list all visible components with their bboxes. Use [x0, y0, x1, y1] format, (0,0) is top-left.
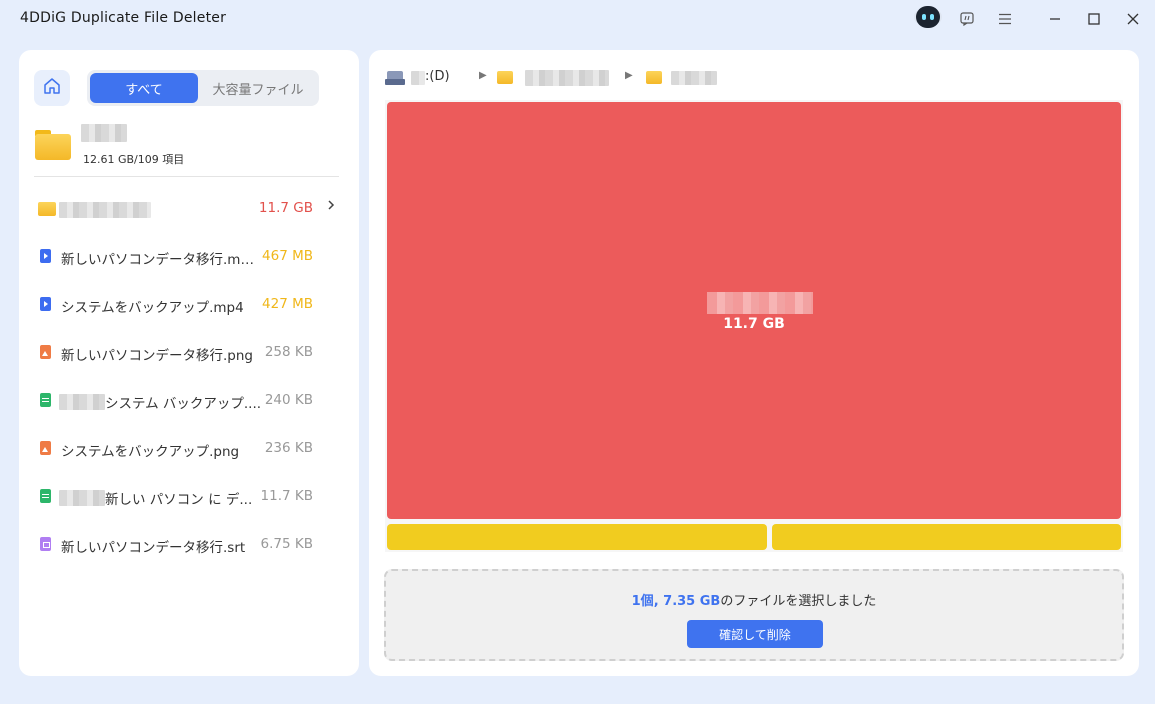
image-file-icon [40, 345, 51, 359]
minimize-icon[interactable] [1043, 8, 1067, 30]
list-item[interactable]: 新しい パソコン に デ... 11.7 KB [19, 473, 359, 521]
item-size: 6.75 KB [260, 536, 313, 552]
document-file-icon [40, 393, 51, 407]
list-item[interactable]: 新しいパソコンデータ移行.png 258 KB [19, 329, 359, 377]
robot-assistant-icon[interactable] [914, 6, 942, 28]
item-name-redacted [59, 490, 105, 506]
item-name: 新しいパソコンデータ移行.mp4 [61, 252, 257, 268]
item-size: 258 KB [264, 344, 313, 360]
treemap-block-main[interactable]: 11.7 GB [387, 102, 1121, 519]
title-bar: 4DDiG Duplicate File Deleter [0, 0, 1155, 40]
folder-name-redacted [59, 202, 151, 218]
treemap-block[interactable] [387, 524, 767, 550]
image-file-icon [40, 441, 51, 455]
breadcrumb-folder-redacted[interactable] [525, 70, 609, 86]
list-item[interactable]: 新しいパソコンデータ移行.mp4 467 MB [19, 233, 359, 281]
tab-large-files[interactable]: 大容量ファイル [199, 73, 317, 103]
folder-icon [497, 71, 513, 84]
list-item[interactable]: システム バックアップ.... 240 KB [19, 377, 359, 425]
folder-icon [38, 202, 56, 216]
selection-summary: 1個, 7.35 GBのファイルを選択しました [386, 590, 1122, 609]
breadcrumb-folder-redacted[interactable] [671, 71, 717, 85]
list-item[interactable]: 新しいパソコンデータ移行.srt 6.75 KB [19, 521, 359, 569]
file-list-panel: すべて 大容量ファイル 12.61 GB/109 項目 11.7 GB 新しいパ… [19, 50, 359, 676]
divider [34, 176, 339, 177]
item-size: 427 MB [262, 296, 313, 312]
video-file-icon [40, 297, 51, 311]
breadcrumb-drive[interactable]: :(D) [425, 69, 450, 84]
selection-suffix: のファイルを選択しました [720, 594, 877, 609]
close-icon[interactable] [1121, 8, 1145, 30]
item-size: 236 KB [264, 440, 313, 456]
treemap-block[interactable] [772, 524, 1121, 550]
home-button[interactable] [34, 70, 70, 106]
item-name: システム バックアップ.... [105, 396, 262, 412]
item-name: 新しいパソコンデータ移行.srt [61, 540, 246, 556]
current-folder-icon [35, 130, 71, 160]
chevron-right-icon[interactable] [327, 199, 335, 215]
confirm-delete-button[interactable]: 確認して削除 [687, 620, 823, 648]
selection-separator: , [653, 594, 664, 609]
item-size: 240 KB [264, 392, 313, 408]
current-folder-summary: 12.61 GB/109 項目 [83, 153, 185, 166]
tab-all[interactable]: すべて [90, 73, 198, 103]
item-name: 新しい パソコン に デ... [105, 492, 253, 508]
selected-count: 1個 [631, 594, 654, 609]
video-file-icon [40, 249, 51, 263]
feedback-icon[interactable] [955, 8, 979, 30]
list-item[interactable]: システムをバックアップ.png 236 KB [19, 425, 359, 473]
menu-icon[interactable] [993, 8, 1017, 30]
item-size: 11.7 KB [260, 488, 313, 504]
item-size: 11.7 GB [258, 200, 313, 216]
subtitle-file-icon [40, 537, 51, 551]
item-name: システムをバックアップ.mp4 [61, 300, 244, 316]
item-size: 467 MB [262, 248, 313, 264]
breadcrumb-separator-icon: ▶ [625, 70, 633, 81]
maximize-icon[interactable] [1082, 8, 1106, 30]
treemap-block-size: 11.7 GB [723, 316, 785, 332]
selected-size: 7.35 GB [663, 594, 721, 609]
treemap: 11.7 GB [385, 100, 1123, 552]
drive-name-redacted [411, 71, 425, 85]
home-icon [42, 76, 62, 100]
breadcrumb: :(D) ▶ ▶ [385, 68, 1085, 88]
item-name: システムをバックアップ.png [61, 444, 240, 460]
treemap-block-name-redacted [707, 292, 813, 314]
document-file-icon [40, 489, 51, 503]
breadcrumb-separator-icon: ▶ [479, 70, 487, 81]
app-title: 4DDiG Duplicate File Deleter [20, 10, 227, 26]
selection-summary-box: 1個, 7.35 GBのファイルを選択しました 確認して削除 [384, 569, 1124, 661]
list-item-folder[interactable]: 11.7 GB [19, 185, 359, 233]
drive-icon [385, 71, 405, 85]
item-name-redacted [59, 394, 105, 410]
view-filter-tabs: すべて 大容量ファイル [87, 70, 319, 106]
current-folder-name-redacted [81, 124, 127, 142]
list-item[interactable]: システムをバックアップ.mp4 427 MB [19, 281, 359, 329]
item-name: 新しいパソコンデータ移行.png [61, 348, 253, 364]
treemap-panel: :(D) ▶ ▶ 11.7 GB 1個, 7.35 GBのファイルを選択しました… [369, 50, 1139, 676]
folder-icon [646, 71, 662, 84]
